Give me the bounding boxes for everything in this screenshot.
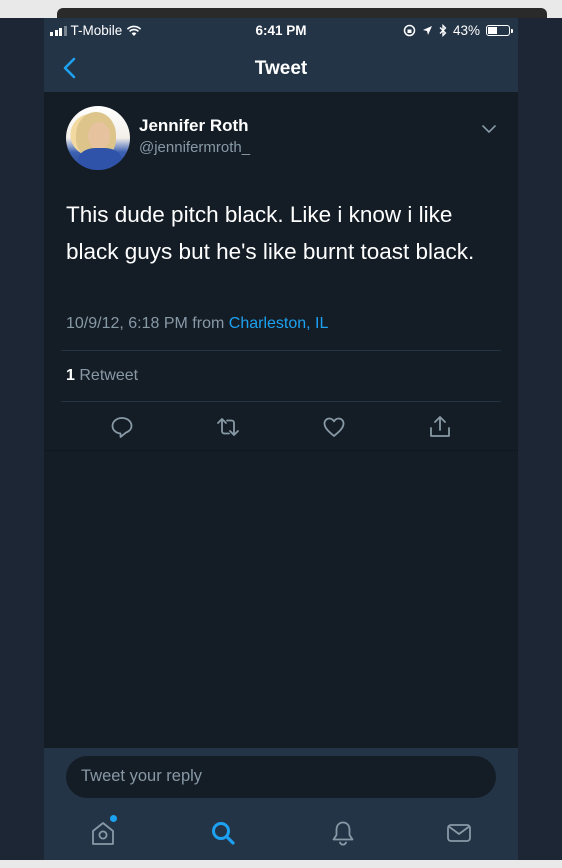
notifications-icon [332,821,354,846]
share-icon [430,416,450,437]
tweet-actions [44,407,518,447]
retweet-stats[interactable]: 1 Retweet [66,367,138,385]
status-bar: T-Mobile 6:41 PM 43% [44,18,518,44]
author-name[interactable]: Jennifer Roth [139,116,249,136]
search-icon [212,822,235,845]
author-handle[interactable]: @jennifermroth_ [139,139,250,156]
tweet-timestamp: 10/9/12, 6:18 PM from [66,315,225,332]
reply-icon [111,417,133,438]
divider [61,350,501,351]
reply-button[interactable] [108,413,136,441]
divider [61,401,501,402]
window-top-strip [0,0,562,18]
tab-search[interactable] [208,818,238,848]
background-right [518,18,562,868]
chevron-down-icon [482,125,496,133]
tweet-meta: 10/9/12, 6:18 PM from Charleston, IL [66,315,328,333]
share-button[interactable] [426,413,454,441]
retweet-button[interactable] [214,413,242,441]
like-button[interactable] [320,413,348,441]
tab-notifications[interactable] [328,818,358,848]
reply-input[interactable]: Tweet your reply [66,756,496,798]
like-icon [323,417,345,437]
bottom-bar: Tweet your reply [44,748,518,860]
tweet-location-link[interactable]: Charleston, IL [229,315,329,332]
background-left [0,18,44,868]
tweet-detail: Jennifer Roth @jennifermroth_ This dude … [44,92,518,450]
window-bottom-strip [0,860,562,868]
bluetooth-icon [439,24,447,37]
replies-area [44,450,518,748]
navigation-bar: Tweet [44,44,518,92]
tab-messages[interactable] [444,818,474,848]
tweet-menu-button[interactable] [480,122,498,136]
notification-dot [110,815,117,822]
home-icon [92,822,114,845]
retweet-count: 1 [66,367,75,384]
retweet-icon [217,418,239,436]
battery-percent: 43% [452,23,480,38]
battery-icon [486,25,513,36]
avatar[interactable] [66,106,130,170]
location-icon [422,26,432,35]
phone-screen: T-Mobile 6:41 PM 43% Tweet Jennifer Roth… [44,18,518,860]
page-title: Tweet [254,58,308,79]
messages-icon [447,824,471,842]
orientation-lock-icon [403,24,416,37]
tab-home[interactable] [88,815,118,848]
tab-bar [44,812,518,852]
tweet-text: This dude pitch black. Like i know i lik… [66,202,475,264]
retweet-label: Retweet [79,367,139,384]
